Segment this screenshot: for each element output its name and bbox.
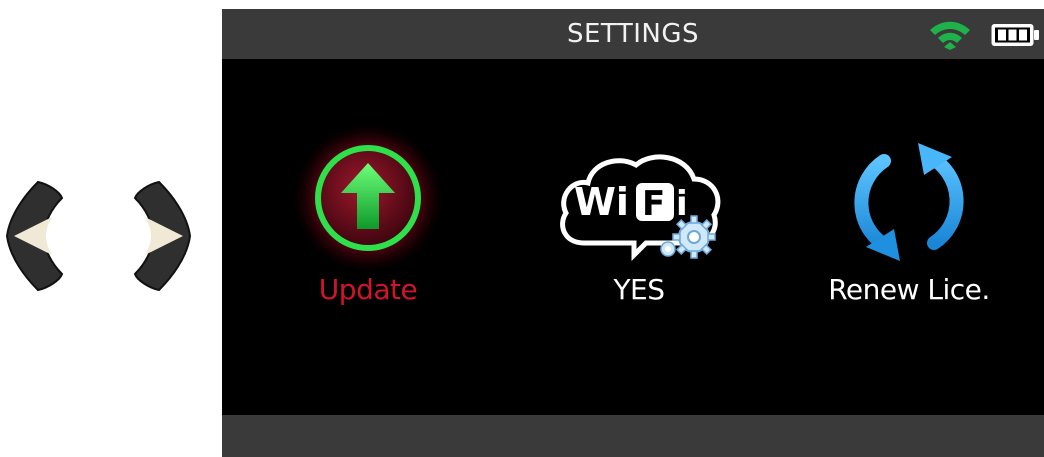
svg-text:F: F [642,184,665,224]
svg-text:Wi: Wi [574,180,629,224]
wifi-signal-icon [930,21,970,50]
wifi-settings-icon: Wi F i [560,154,721,262]
svg-text:i: i [676,184,688,224]
arrow-right-icon [133,180,192,292]
refresh-cycle-icon [854,143,964,261]
menu-item-wifi[interactable]: Wi F i YES [519,139,759,329]
battery-full-icon [991,24,1039,46]
menu-item-label: YES [613,273,665,306]
upload-arrow-icon [294,124,442,272]
bottom-bar [222,415,1044,457]
arrow-left-key[interactable] [4,180,64,292]
page-title: SETTINGS [566,19,699,49]
arrow-left-icon [5,180,64,292]
device-frame: SETTINGS Update Wi F i YES Renew Lice. [0,0,1044,457]
menu-item-label: Renew Lice. [828,273,990,306]
title-bar: SETTINGS [222,9,1044,59]
arrow-right-key[interactable] [133,180,193,292]
menu-item-renew-license[interactable]: Renew Lice. [789,139,1029,329]
menu-item-label: Update [318,273,418,306]
menu-item-update[interactable]: Update [248,124,488,329]
device-screen: SETTINGS Update Wi F i YES Renew Lice. [222,9,1044,457]
